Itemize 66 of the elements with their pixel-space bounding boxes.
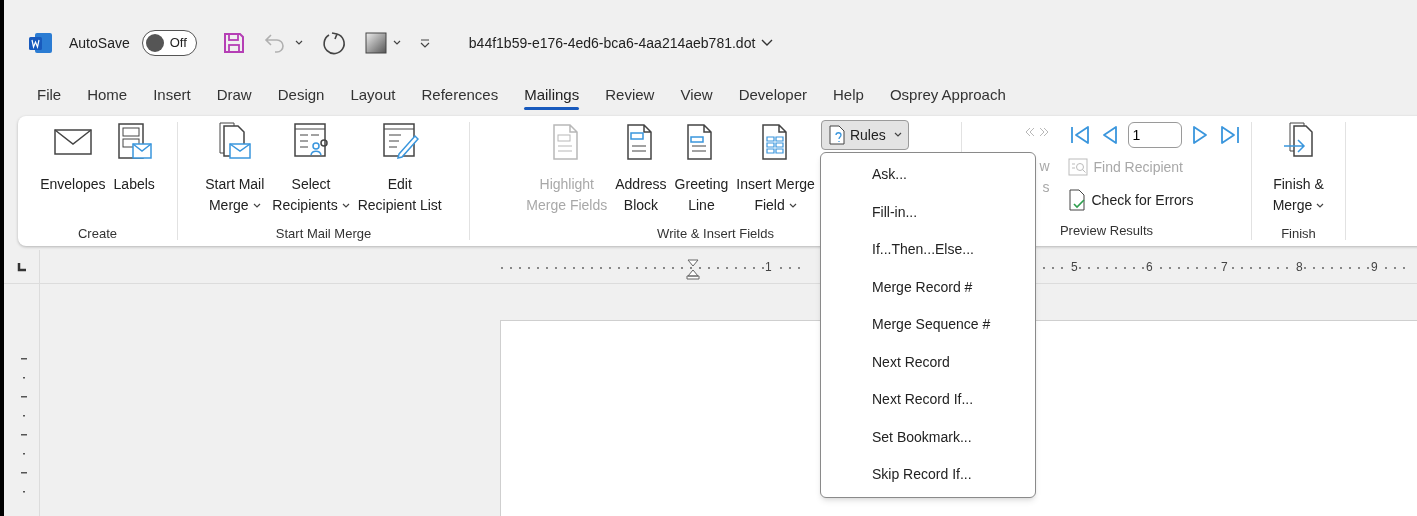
menu-item[interactable]: Set Bookmark... [821, 418, 1035, 456]
group-label: Write & Insert Fields [657, 225, 774, 243]
recipient-list-icon [292, 122, 331, 160]
ribbon-tab[interactable]: Mailings [511, 80, 593, 114]
square-icon [364, 32, 387, 54]
menu-item[interactable]: Merge Sequence # [821, 306, 1035, 344]
ribbon-button[interactable]: Labels [109, 118, 159, 218]
group-label: Create [78, 225, 117, 243]
ribbon-tab[interactable]: Layout [337, 80, 409, 114]
save-button[interactable] [222, 32, 245, 54]
ribbon-button[interactable]: Insert Merge Field [732, 118, 819, 218]
ribbon-tab[interactable]: Home [74, 80, 141, 114]
customize-icon [418, 37, 431, 49]
ribbon-button[interactable]: Envelopes [36, 118, 110, 218]
check-errors-button[interactable]: Check for Errors [1067, 185, 1242, 215]
app-icon [29, 32, 53, 54]
record-field[interactable]: 1 [1127, 122, 1182, 148]
ribbon-button[interactable]: Edit Recipient List [353, 118, 446, 218]
autosave-label: AutoSave [69, 33, 130, 53]
customize-button[interactable] [418, 37, 431, 49]
filename-button[interactable]: b44f1b59-e176-4ed6-bca6-4aa214aeb781.dot [468, 32, 774, 54]
ribbon-tab[interactable]: Insert [140, 80, 204, 114]
find-icon [1067, 157, 1088, 177]
list-pencil-icon [380, 122, 419, 160]
menu-item[interactable]: Merge Record # [821, 268, 1035, 306]
document-check-icon [1067, 189, 1086, 211]
ribbon-button[interactable]: Greeting Line [670, 118, 733, 218]
ribbon-tab[interactable]: View [667, 80, 726, 114]
chevron-icon [761, 39, 774, 47]
labels-icon [115, 122, 154, 160]
ribbon-tab[interactable]: Osprey Approach [876, 80, 1019, 114]
menu-item[interactable]: Ask... [821, 156, 1035, 194]
group-label: Start Mail Merge [275, 225, 372, 243]
ribbon-button[interactable]: Address Block [611, 118, 671, 218]
menu-item[interactable]: Fill-in... [821, 193, 1035, 231]
menu-item[interactable]: Next Record [821, 343, 1035, 381]
tab-stop-icon [16, 261, 27, 272]
caret-icon [893, 132, 902, 138]
shape-button[interactable] [364, 32, 401, 54]
redo-icon [320, 30, 347, 56]
menu-item[interactable]: If...Then...Else... [821, 231, 1035, 269]
ribbon-tab[interactable]: Help [820, 80, 877, 114]
undo-icon [262, 31, 287, 55]
rules-button[interactable]: Rules [820, 120, 909, 150]
autosave-toggle[interactable]: Off [141, 30, 197, 56]
document-question-icon [827, 125, 846, 145]
group-label: Finish [1281, 225, 1316, 243]
save-icon [222, 32, 245, 54]
menu-item[interactable]: Next Record If... [821, 381, 1035, 419]
group-label: Preview Results [1059, 222, 1154, 240]
text-fragment: w [1039, 157, 1050, 176]
text-fragment: s [1042, 178, 1050, 197]
ribbon-button[interactable]: Finish & Merge [1268, 118, 1329, 218]
ribbon-tab[interactable]: References [408, 80, 512, 114]
ribbon-tab[interactable]: File [24, 80, 75, 114]
chevrons-icon [1023, 126, 1050, 138]
ribbon-button[interactable]: Start Mail Merge [201, 118, 269, 218]
caret-icon [392, 40, 401, 46]
ribbon-tab[interactable]: Draw [203, 80, 265, 114]
ribbon-tab[interactable]: Developer [725, 80, 821, 114]
menu-item[interactable]: Skip Record If... [821, 456, 1035, 494]
redo-button[interactable] [320, 30, 347, 56]
ribbon-button[interactable]: Select Recipients [268, 118, 354, 218]
ribbon-tab[interactable]: Review [592, 80, 668, 114]
ribbon-tab[interactable]: Design [264, 80, 338, 114]
caret-icon [294, 40, 303, 46]
